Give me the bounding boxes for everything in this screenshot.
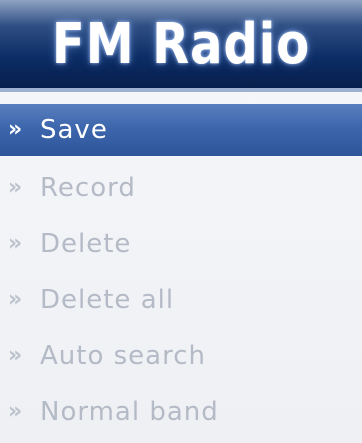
- menu-item-label: Auto search: [40, 341, 206, 371]
- page-title: FM Radio: [51, 12, 311, 77]
- menu-item-label: Record: [40, 173, 136, 203]
- menu-item-delete[interactable]: » Delete: [0, 216, 362, 272]
- double-chevron-right-icon: »: [8, 117, 23, 142]
- menu-item-label: Delete all: [40, 285, 175, 315]
- menu-item-label: Delete: [40, 229, 132, 259]
- double-chevron-right-icon: »: [8, 231, 23, 256]
- menu-item-normal-band[interactable]: » Normal band: [0, 384, 362, 440]
- double-chevron-right-icon: »: [8, 175, 23, 200]
- title-bar: FM Radio: [0, 0, 362, 92]
- menu-item-delete-all[interactable]: » Delete all: [0, 272, 362, 328]
- menu-item-auto-search[interactable]: » Auto search: [0, 328, 362, 384]
- double-chevron-right-icon: »: [8, 399, 23, 424]
- menu-item-label: Save: [40, 115, 108, 145]
- double-chevron-right-icon: »: [8, 343, 23, 368]
- menu-item-label: Normal band: [40, 397, 219, 427]
- menu-item-save[interactable]: » Save: [0, 104, 362, 156]
- menu-item-record[interactable]: » Record: [0, 160, 362, 216]
- double-chevron-right-icon: »: [8, 287, 23, 312]
- fm-radio-menu: » Save » Record » Delete » Delete all » Auto …: [0, 104, 362, 440]
- fm-radio-screen: FM Radio » Save » Record » Delete » Delete a…: [0, 0, 362, 443]
